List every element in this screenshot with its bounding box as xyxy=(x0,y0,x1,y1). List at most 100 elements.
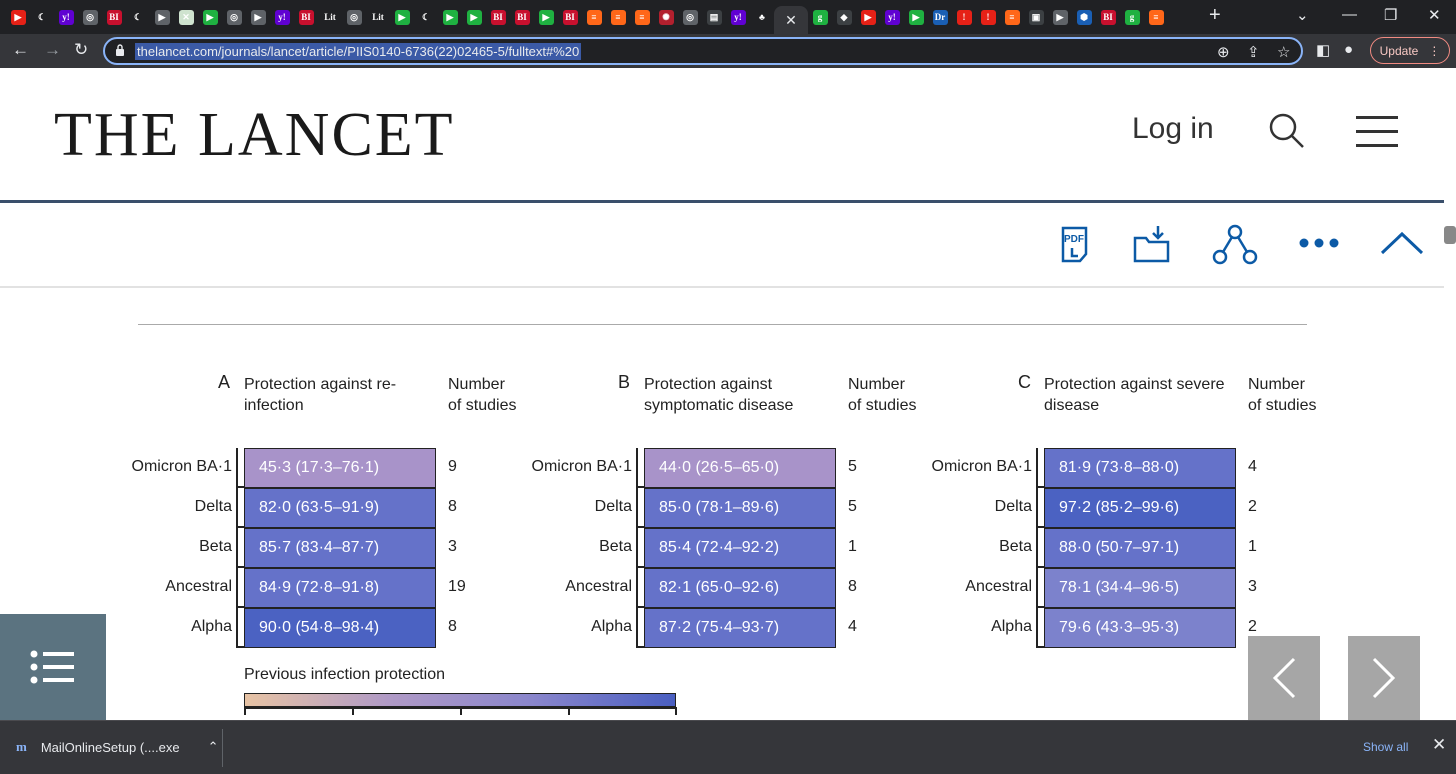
collapse-up-icon[interactable] xyxy=(1380,230,1424,256)
pdf-icon[interactable]: PDF xyxy=(1060,226,1094,264)
minimize-icon[interactable]: — xyxy=(1342,6,1357,23)
chevron-left-icon xyxy=(1272,657,1296,699)
tab[interactable]: ▶ xyxy=(904,7,928,27)
play-icon: ▶ xyxy=(394,9,410,25)
tab[interactable]: ☾ xyxy=(30,7,54,27)
tab[interactable]: y! xyxy=(880,7,904,27)
search-icon[interactable] xyxy=(1268,112,1306,150)
new-tab-button[interactable]: + xyxy=(1209,4,1221,27)
forward-icon[interactable]: → xyxy=(44,40,61,60)
close-downloads-icon[interactable]: ✕ xyxy=(1432,735,1446,755)
tab[interactable]: ☾ xyxy=(414,7,438,27)
tab[interactable]: ☾ xyxy=(126,7,150,27)
restore-icon[interactable]: ❐ xyxy=(1384,6,1397,24)
tab[interactable]: ✺ xyxy=(654,7,678,27)
dr-icon: Dr xyxy=(932,9,948,25)
tab[interactable]: ▶ xyxy=(390,7,414,27)
tab[interactable]: BI xyxy=(558,7,582,27)
tab[interactable]: ▶ xyxy=(150,7,174,27)
list-icon xyxy=(30,650,74,684)
login-link[interactable]: Log in xyxy=(1132,112,1214,146)
tab[interactable]: ◎ xyxy=(342,7,366,27)
tab[interactable]: ≡ xyxy=(606,7,630,27)
table-of-contents-button[interactable] xyxy=(0,614,106,720)
tab[interactable]: ▶ xyxy=(856,7,880,27)
tab[interactable]: BI xyxy=(486,7,510,27)
tab[interactable]: ▤ xyxy=(702,7,726,27)
close-window-icon[interactable]: ✕ xyxy=(1428,6,1441,24)
tab[interactable]: ▶ xyxy=(246,7,270,27)
tab[interactable]: BI xyxy=(1096,7,1120,27)
chevron-right-icon xyxy=(1372,657,1396,699)
download-item[interactable]: m MailOnlineSetup (....exe ⌃ xyxy=(16,739,218,755)
tab[interactable]: ▶ xyxy=(462,7,486,27)
more-menu-icon: ⋮ xyxy=(1428,43,1441,58)
tab[interactable]: BI xyxy=(294,7,318,27)
tab[interactable]: ! xyxy=(976,7,1000,27)
tab[interactable]: y! xyxy=(54,7,78,27)
share-network-icon[interactable] xyxy=(1212,224,1258,266)
tab[interactable]: Lit xyxy=(366,7,390,27)
tab[interactable]: ≡ xyxy=(582,7,606,27)
bookmark-icon: ▶ xyxy=(1052,9,1068,25)
tab[interactable]: BI xyxy=(102,7,126,27)
tab-search-icon[interactable]: ⌄ xyxy=(1296,6,1309,24)
address-bar[interactable]: thelancet.com/journals/lancet/article/PI… xyxy=(103,37,1303,65)
back-icon[interactable]: ← xyxy=(12,40,29,60)
tab[interactable]: ♣ xyxy=(750,7,774,27)
more-options-icon[interactable] xyxy=(1298,237,1340,249)
panel-title: Protection against symptomatic disease xyxy=(644,376,794,414)
update-button[interactable]: Update ⋮ xyxy=(1370,37,1450,64)
tab[interactable]: ▶ xyxy=(534,7,558,27)
tab[interactable]: ▶ xyxy=(438,7,462,27)
share-icon[interactable]: ⇪ xyxy=(1247,43,1260,61)
play-icon: ▶ xyxy=(908,9,924,25)
show-all-button[interactable]: Show all xyxy=(1363,740,1408,754)
youtube-icon: ▶ xyxy=(860,9,876,25)
tab[interactable]: Dr xyxy=(928,7,952,27)
svg-text:PDF: PDF xyxy=(1064,234,1084,245)
tab-strip: ▶ ☾ y! ◎ BI ☾ ▶ ✕ ▶ ◎ ▶ y! BI Lit ◎ Lit ▶ ☾ ▶ ▶ BI BI ▶ BI ≡ ≡ ≡ ✺ ◎… xyxy=(0,0,1456,34)
tab[interactable]: ◆ xyxy=(832,7,856,27)
tab[interactable]: ◎ xyxy=(222,7,246,27)
study-count: 1 xyxy=(848,538,857,555)
tab[interactable]: ! xyxy=(952,7,976,27)
tab[interactable]: ▶ xyxy=(6,7,30,27)
site-logo[interactable]: THE LANCET xyxy=(54,100,455,171)
side-panel-icon[interactable]: ◧ xyxy=(1316,41,1330,59)
active-tab-close-icon[interactable]: ✕ xyxy=(774,6,808,34)
tab[interactable]: Lit xyxy=(318,7,342,27)
tab[interactable]: y! xyxy=(270,7,294,27)
hamburger-menu-icon[interactable] xyxy=(1356,115,1400,149)
tab[interactable]: ⬢ xyxy=(1072,7,1096,27)
tab[interactable]: ▶ xyxy=(198,7,222,27)
scrollbar-thumb[interactable] xyxy=(1444,226,1456,244)
previous-figure-button[interactable] xyxy=(1248,636,1320,720)
tab[interactable]: BI xyxy=(510,7,534,27)
study-count: 2 xyxy=(1248,498,1257,515)
download-to-folder-icon[interactable] xyxy=(1132,224,1174,264)
tab[interactable]: ✕ xyxy=(174,7,198,27)
url-text[interactable]: thelancet.com/journals/lancet/article/PI… xyxy=(135,43,582,60)
tab[interactable]: g xyxy=(1120,7,1144,27)
tab[interactable]: g xyxy=(808,7,832,27)
tab[interactable]: y! xyxy=(726,7,750,27)
tab[interactable]: ◎ xyxy=(78,7,102,27)
tab[interactable]: ≡ xyxy=(1000,7,1024,27)
reload-icon[interactable]: ↻ xyxy=(74,40,88,60)
profile-icon[interactable]: ● xyxy=(1344,41,1353,58)
globe-icon: ◎ xyxy=(226,9,242,25)
tab[interactable]: ▣ xyxy=(1024,7,1048,27)
chevron-up-icon[interactable]: ⌃ xyxy=(208,739,219,755)
tab[interactable]: ≡ xyxy=(1144,7,1168,27)
count-header: Number of studies xyxy=(848,376,917,414)
play-icon: ▶ xyxy=(442,9,458,25)
next-figure-button[interactable] xyxy=(1348,636,1420,720)
tab[interactable]: ◎ xyxy=(678,7,702,27)
tab[interactable]: ≡ xyxy=(630,7,654,27)
tab[interactable]: ▶ xyxy=(1048,7,1072,27)
zoom-icon[interactable]: ⊕ xyxy=(1217,43,1230,61)
legend-tick xyxy=(675,707,677,715)
bookmark-star-icon[interactable]: ☆ xyxy=(1277,43,1290,61)
figure-panel-b: B Protection against symptomatic disease N… xyxy=(532,370,976,660)
